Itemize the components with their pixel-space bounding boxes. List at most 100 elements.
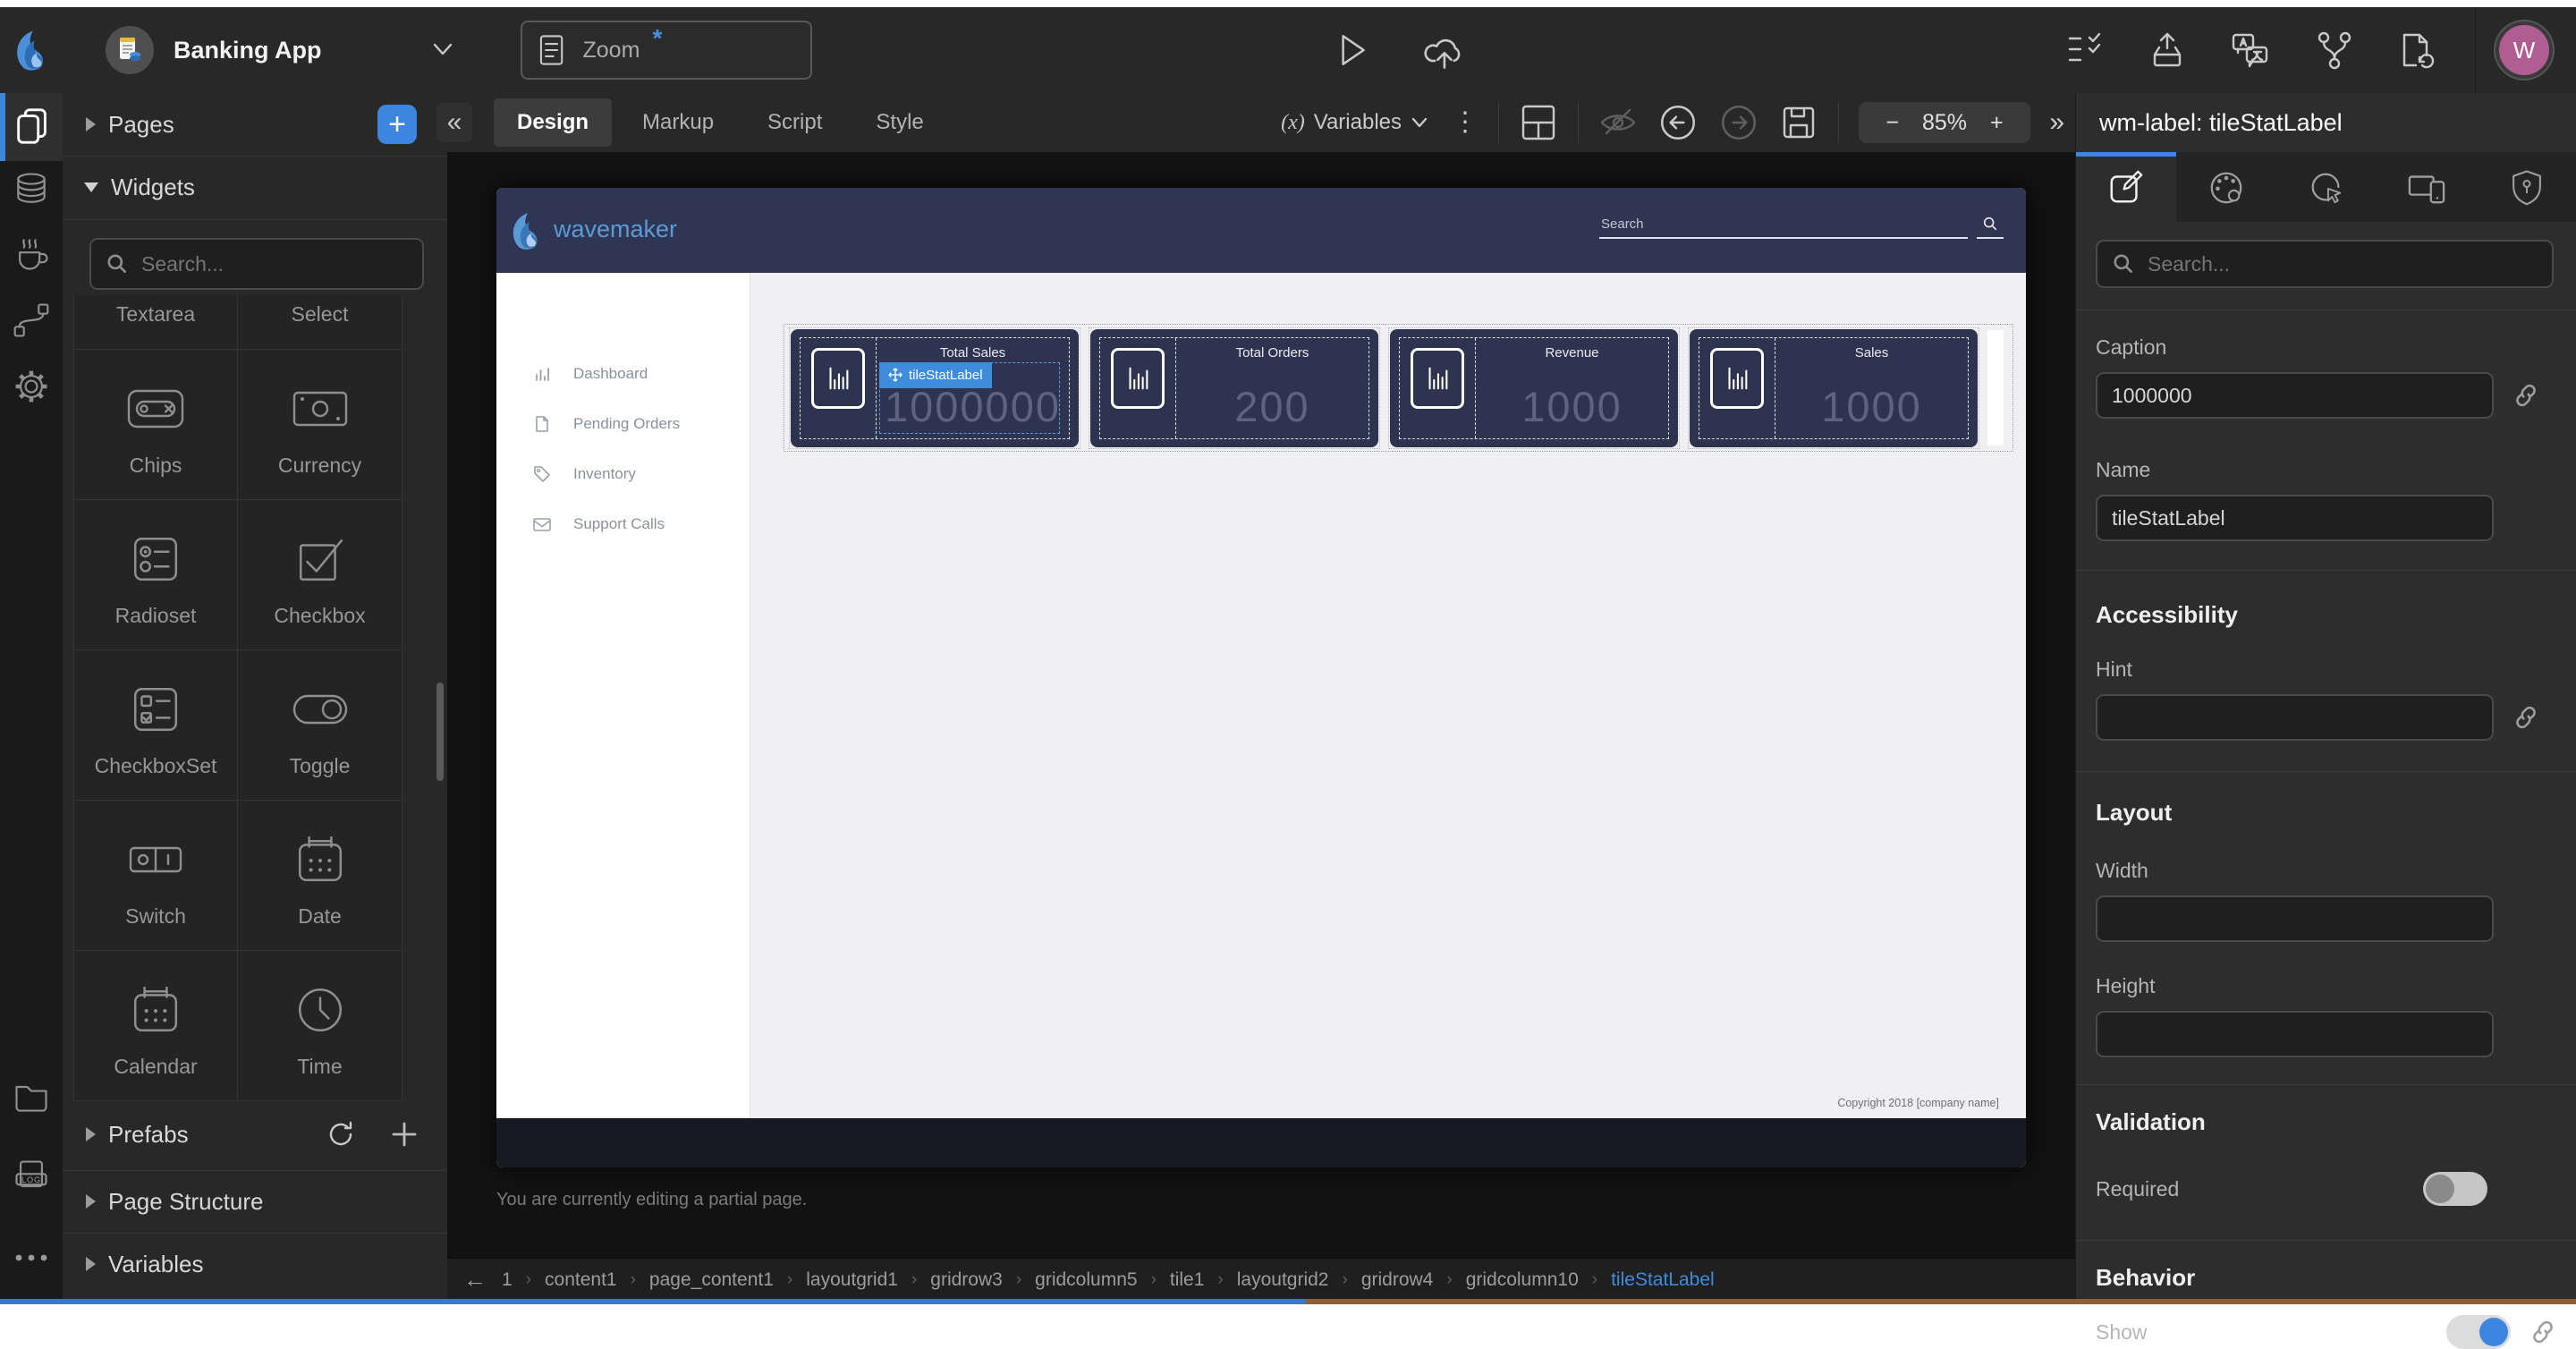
project-name[interactable]: Banking App — [174, 37, 322, 64]
project-chevron-down-icon[interactable] — [429, 41, 456, 59]
save-button[interactable] — [1779, 103, 1818, 142]
api-connector-icon[interactable] — [12, 301, 51, 340]
tab-devices[interactable] — [2377, 152, 2477, 222]
caption-input[interactable] — [2096, 372, 2494, 419]
tab-design[interactable]: Design — [494, 98, 612, 147]
crumb-gridrow4[interactable]: gridrow4 — [1361, 1269, 1434, 1291]
crumb-content1[interactable]: content1 — [545, 1269, 617, 1291]
tab-styles[interactable] — [2176, 152, 2276, 222]
widget-calendar[interactable]: Calendar — [74, 951, 238, 1100]
back-arrow-icon[interactable]: ← — [463, 1266, 487, 1294]
redo-button[interactable] — [1718, 102, 1759, 143]
tile-value[interactable]: 1000 — [1476, 386, 1668, 428]
add-prefab-icon[interactable] — [390, 1120, 419, 1149]
database-icon[interactable] — [12, 170, 51, 209]
left-panel-scrollbar[interactable] — [436, 683, 444, 781]
page-structure-section-header[interactable]: Page Structure — [63, 1170, 447, 1234]
tab-security[interactable] — [2477, 152, 2576, 222]
crumb-page[interactable]: 1 — [502, 1269, 513, 1291]
open-page-tab[interactable]: Zoom * — [521, 21, 812, 80]
tab-style[interactable]: Style — [852, 98, 946, 147]
search-icon[interactable] — [1977, 214, 2004, 239]
collapse-left-panel-button[interactable]: « — [436, 103, 472, 142]
crumb-gridcolumn10[interactable]: gridcolumn10 — [1466, 1269, 1579, 1291]
tab-properties[interactable] — [2076, 152, 2176, 222]
tab-markup[interactable]: Markup — [619, 98, 737, 147]
bind-property-icon[interactable] — [2512, 381, 2540, 410]
tile-sales[interactable]: Sales 1000 — [1690, 329, 1978, 447]
zoom-out-button[interactable]: − — [1885, 110, 1899, 136]
layout-grid-button[interactable] — [1519, 103, 1558, 142]
collapse-right-panel-button[interactable]: » — [2042, 104, 2072, 141]
nav-pending-orders[interactable]: Pending Orders — [496, 399, 750, 449]
name-input[interactable] — [2096, 495, 2494, 541]
add-page-button[interactable]: + — [377, 105, 417, 144]
crumb-gridrow3[interactable]: gridrow3 — [930, 1269, 1003, 1291]
tile-value[interactable]: 1000 — [1775, 386, 1968, 428]
variables-dropdown[interactable]: (x) Variables — [1281, 110, 1428, 135]
user-avatar[interactable]: W — [2496, 21, 2553, 79]
nav-inventory[interactable]: Inventory — [496, 449, 750, 499]
variables-section-header[interactable]: Variables — [63, 1233, 447, 1295]
selected-widget-badge[interactable]: tileStatLabel — [879, 362, 992, 388]
width-input[interactable] — [2096, 895, 2494, 942]
file-sync-button[interactable] — [2396, 30, 2436, 70]
hide-markers-button[interactable] — [1598, 104, 1638, 141]
widgets-section-header[interactable]: Widgets — [63, 156, 447, 220]
java-services-icon[interactable] — [12, 234, 51, 274]
zoom-in-button[interactable]: + — [1990, 110, 2004, 136]
refresh-prefabs-icon[interactable] — [326, 1119, 356, 1150]
more-menu-button[interactable]: ⋮ — [1452, 109, 1479, 136]
preview-cloud-upload-button[interactable] — [1422, 29, 1469, 72]
widget-switch[interactable]: Switch — [74, 801, 238, 950]
crumb-tilestatlabel[interactable]: tileStatLabel — [1611, 1269, 1715, 1291]
nav-support-calls[interactable]: Support Calls — [496, 499, 750, 549]
tile-revenue[interactable]: Revenue 1000 — [1390, 329, 1678, 447]
more-options-icon[interactable] — [12, 1247, 51, 1268]
tab-events[interactable] — [2276, 152, 2377, 222]
app-checklist-button[interactable] — [2065, 30, 2105, 70]
widget-date[interactable]: Date — [238, 801, 402, 950]
app-search[interactable] — [1599, 211, 2004, 239]
widget-currency[interactable]: Currency — [238, 350, 402, 499]
bind-property-icon[interactable] — [2529, 1318, 2557, 1346]
crumb-tile1[interactable]: tile1 — [1170, 1269, 1205, 1291]
tab-script[interactable]: Script — [744, 98, 845, 147]
widgets-search-input[interactable] — [140, 251, 422, 277]
tile-value[interactable]: 200 — [1176, 386, 1368, 428]
crumb-layoutgrid1[interactable]: layoutgrid1 — [806, 1269, 898, 1291]
settings-gear-icon[interactable] — [12, 367, 51, 406]
api-branch-button[interactable] — [2314, 30, 2353, 70]
tile-total-orders[interactable]: Total Orders 200 — [1090, 329, 1378, 447]
deploy-button[interactable] — [2148, 30, 2187, 70]
page-artboard[interactable]: wavemaker Dashboard — [496, 188, 2026, 1167]
widget-chips[interactable]: Chips — [74, 350, 238, 499]
hint-input[interactable] — [2096, 694, 2494, 741]
prefabs-section-header[interactable]: Prefabs — [63, 1099, 447, 1171]
widget-toggle[interactable]: Toggle — [238, 650, 402, 800]
nav-dashboard[interactable]: Dashboard — [496, 349, 750, 399]
crumb-layoutgrid2[interactable]: layoutgrid2 — [1237, 1269, 1329, 1291]
widget-select[interactable]: Select — [238, 295, 402, 349]
undo-button[interactable] — [1657, 102, 1699, 143]
localization-button[interactable] — [2230, 30, 2271, 70]
rail-item-pages[interactable] — [0, 93, 63, 161]
tile-total-sales[interactable]: Total Sales tileStatLabel 1000000 — [791, 329, 1079, 447]
crumb-page-content1[interactable]: page_content1 — [649, 1269, 774, 1291]
log-file-icon[interactable]: LOG — [12, 1158, 51, 1197]
widgets-search[interactable] — [89, 238, 424, 290]
app-search-input[interactable] — [1599, 211, 1968, 239]
widget-time[interactable]: Time — [238, 951, 402, 1100]
project-icon[interactable] — [106, 26, 154, 74]
properties-search-input[interactable] — [2146, 251, 2552, 277]
required-toggle[interactable] — [2423, 1172, 2487, 1206]
pages-section-header[interactable]: Pages + — [63, 93, 447, 157]
widget-checkboxset[interactable]: CheckboxSet — [74, 650, 238, 800]
stats-layout-grid[interactable]: Total Sales tileStatLabel 1000000 — [784, 324, 2013, 452]
run-app-button[interactable] — [1331, 30, 1372, 71]
widget-radioset[interactable]: Radioset — [74, 500, 238, 649]
file-explorer-folder-icon[interactable] — [12, 1077, 51, 1116]
widget-checkbox[interactable]: Checkbox — [238, 500, 402, 649]
crumb-gridcolumn5[interactable]: gridcolumn5 — [1035, 1269, 1137, 1291]
bind-property-icon[interactable] — [2512, 703, 2540, 732]
